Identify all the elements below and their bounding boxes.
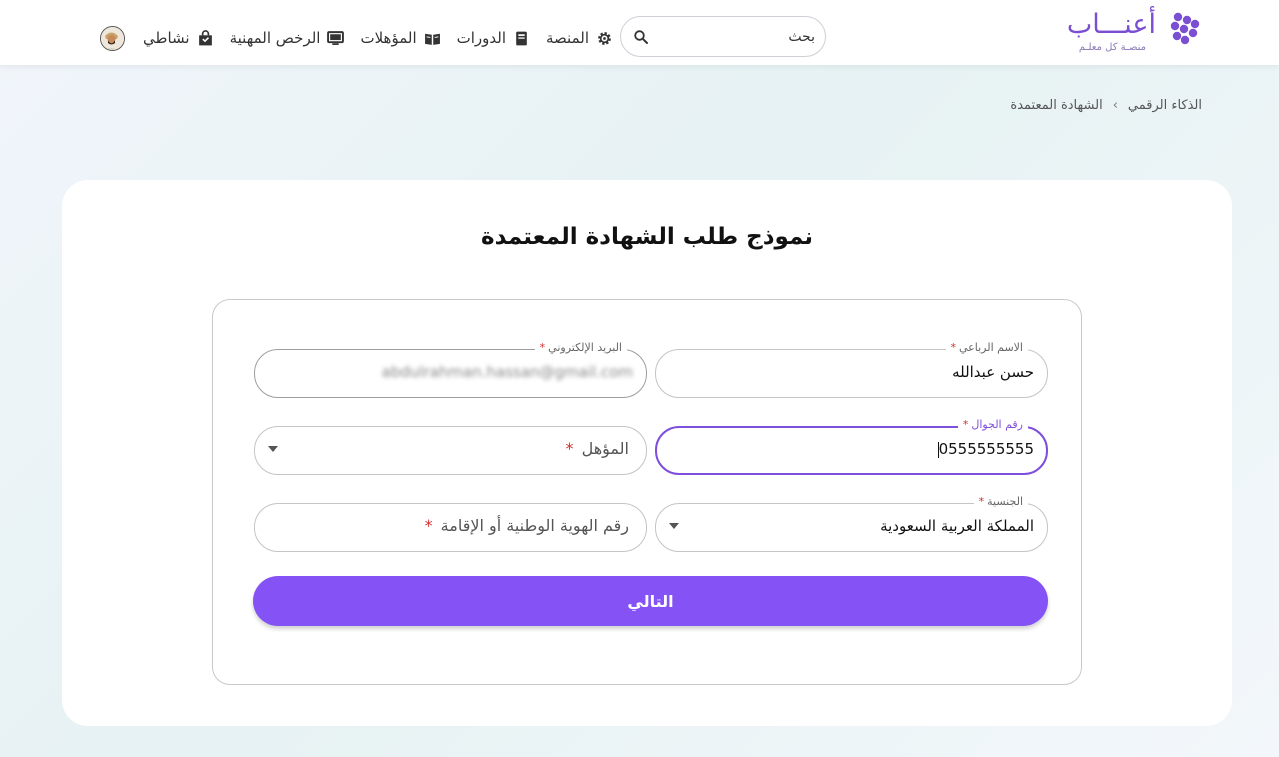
- email-value: abdulrahman.hassan@gmail.com: [381, 363, 633, 381]
- nav-item-courses[interactable]: الدورات: [457, 29, 530, 47]
- nationality-select[interactable]: الجنسية* المملكة العربية السعودية: [655, 494, 1048, 552]
- nav-item-licenses[interactable]: الرخص المهنية: [230, 29, 345, 47]
- nav-label: الرخص المهنية: [229, 29, 321, 47]
- nationality-value: المملكة العربية السعودية: [880, 517, 1034, 535]
- bag-icon: [198, 29, 212, 45]
- top-header: أعنـــاب منصـة كل معلـم المنصة: [0, 0, 1279, 65]
- nav-item-my-activity[interactable]: نشاطي: [143, 29, 214, 47]
- mobile-value: 0555555555: [937, 440, 1034, 458]
- chevron-down-icon: [669, 523, 679, 529]
- brand-tagline: منصـة كل معلـم: [1078, 42, 1146, 53]
- search-input[interactable]: [665, 23, 815, 51]
- national-id-placeholder: رقم الهوية الوطنية أو الإقامة *: [424, 516, 629, 535]
- full-name-field[interactable]: الاسم الرباعي* حسن عبدالله: [655, 340, 1048, 398]
- nav-label: الدورات: [456, 29, 506, 47]
- nav-label: المؤهلات: [360, 29, 417, 47]
- breadcrumb-item-certificate: الشهادة المعتمدة: [1010, 98, 1103, 113]
- qualification-select[interactable]: المؤهل *: [254, 426, 647, 475]
- search-box[interactable]: [620, 16, 826, 57]
- search-icon[interactable]: [633, 29, 649, 45]
- nav-label: نشاطي: [143, 29, 190, 47]
- qualification-placeholder: المؤهل *: [565, 439, 629, 458]
- breadcrumb: الذكاء الرقمي › الشهادة المعتمدة: [1010, 98, 1202, 113]
- monitor-icon: [327, 30, 345, 45]
- next-button[interactable]: التالي: [253, 576, 1048, 626]
- mobile-field[interactable]: رقم الجوال* 0555555555: [655, 417, 1048, 475]
- field-label: الاسم الرباعي*: [945, 340, 1028, 356]
- nav-label: المنصة: [546, 29, 589, 47]
- email-field[interactable]: البريد الإلكتروني* abdulrahman.hassan@gm…: [254, 340, 647, 398]
- field-label: رقم الجوال*: [957, 417, 1028, 433]
- user-avatar-icon: [101, 26, 125, 50]
- open-book-icon: [424, 33, 440, 45]
- breadcrumb-item-digital-intelligence[interactable]: الذكاء الرقمي: [1128, 98, 1202, 113]
- field-label: الجنسية*: [973, 494, 1028, 510]
- field-label: البريد الإلكتروني*: [534, 340, 627, 356]
- grape-logo-icon: [1170, 12, 1200, 45]
- nav-item-platform[interactable]: المنصة: [546, 29, 613, 47]
- breadcrumb-separator: ›: [1112, 98, 1118, 113]
- nav-item-qualifications[interactable]: المؤهلات: [360, 29, 440, 47]
- certificate-form: الاسم الرباعي* حسن عبدالله البريد الإلكت…: [212, 299, 1082, 685]
- page-title: نموذج طلب الشهادة المعتمدة: [481, 224, 813, 250]
- national-id-field[interactable]: رقم الهوية الوطنية أو الإقامة *: [254, 503, 647, 552]
- brand-logo[interactable]: أعنـــاب منصـة كل معلـم: [1056, 10, 1206, 56]
- brand-name: أعنـــاب: [1066, 9, 1156, 40]
- full-name-value: حسن عبدالله: [952, 363, 1034, 381]
- main-nav: المنصة الدورات المؤهلات الرخص المهنية نش…: [88, 24, 613, 52]
- gear-icon: [598, 31, 611, 45]
- form-card: نموذج طلب الشهادة المعتمدة الاسم الرباعي…: [62, 180, 1232, 726]
- chevron-down-icon: [268, 446, 278, 452]
- user-avatar[interactable]: [100, 25, 126, 51]
- book-icon: [516, 31, 527, 45]
